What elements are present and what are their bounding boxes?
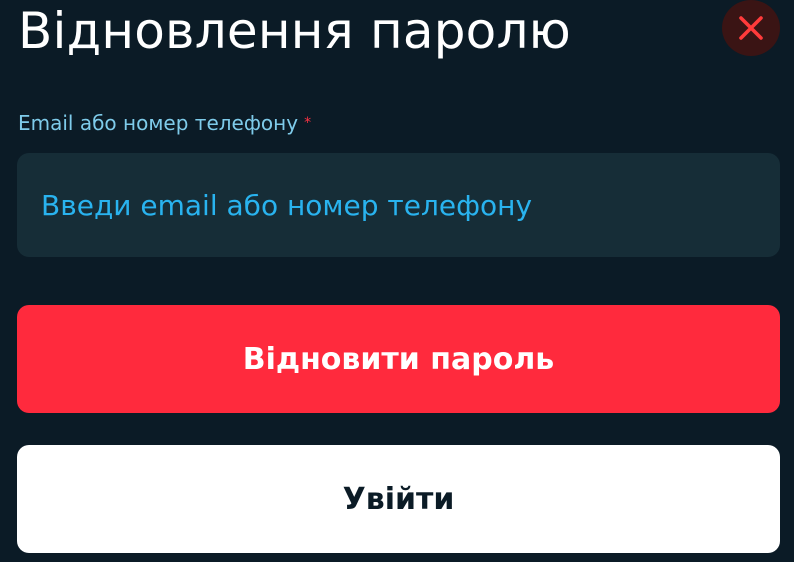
email-or-phone-label-text: Email або номер телефону	[18, 111, 299, 135]
email-or-phone-label: Email або номер телефону *	[18, 110, 311, 136]
restore-password-button[interactable]: Відновити пароль	[17, 305, 780, 413]
close-button[interactable]	[722, 0, 780, 56]
password-recovery-modal: Відновлення паролю Email або номер телеф…	[0, 0, 794, 562]
email-or-phone-input[interactable]	[17, 153, 780, 257]
login-button[interactable]: Увійти	[17, 445, 780, 553]
page-title: Відновлення паролю	[18, 2, 571, 60]
email-or-phone-field-wrapper	[17, 153, 780, 257]
close-icon	[739, 16, 763, 40]
required-asterisk: *	[304, 115, 312, 131]
